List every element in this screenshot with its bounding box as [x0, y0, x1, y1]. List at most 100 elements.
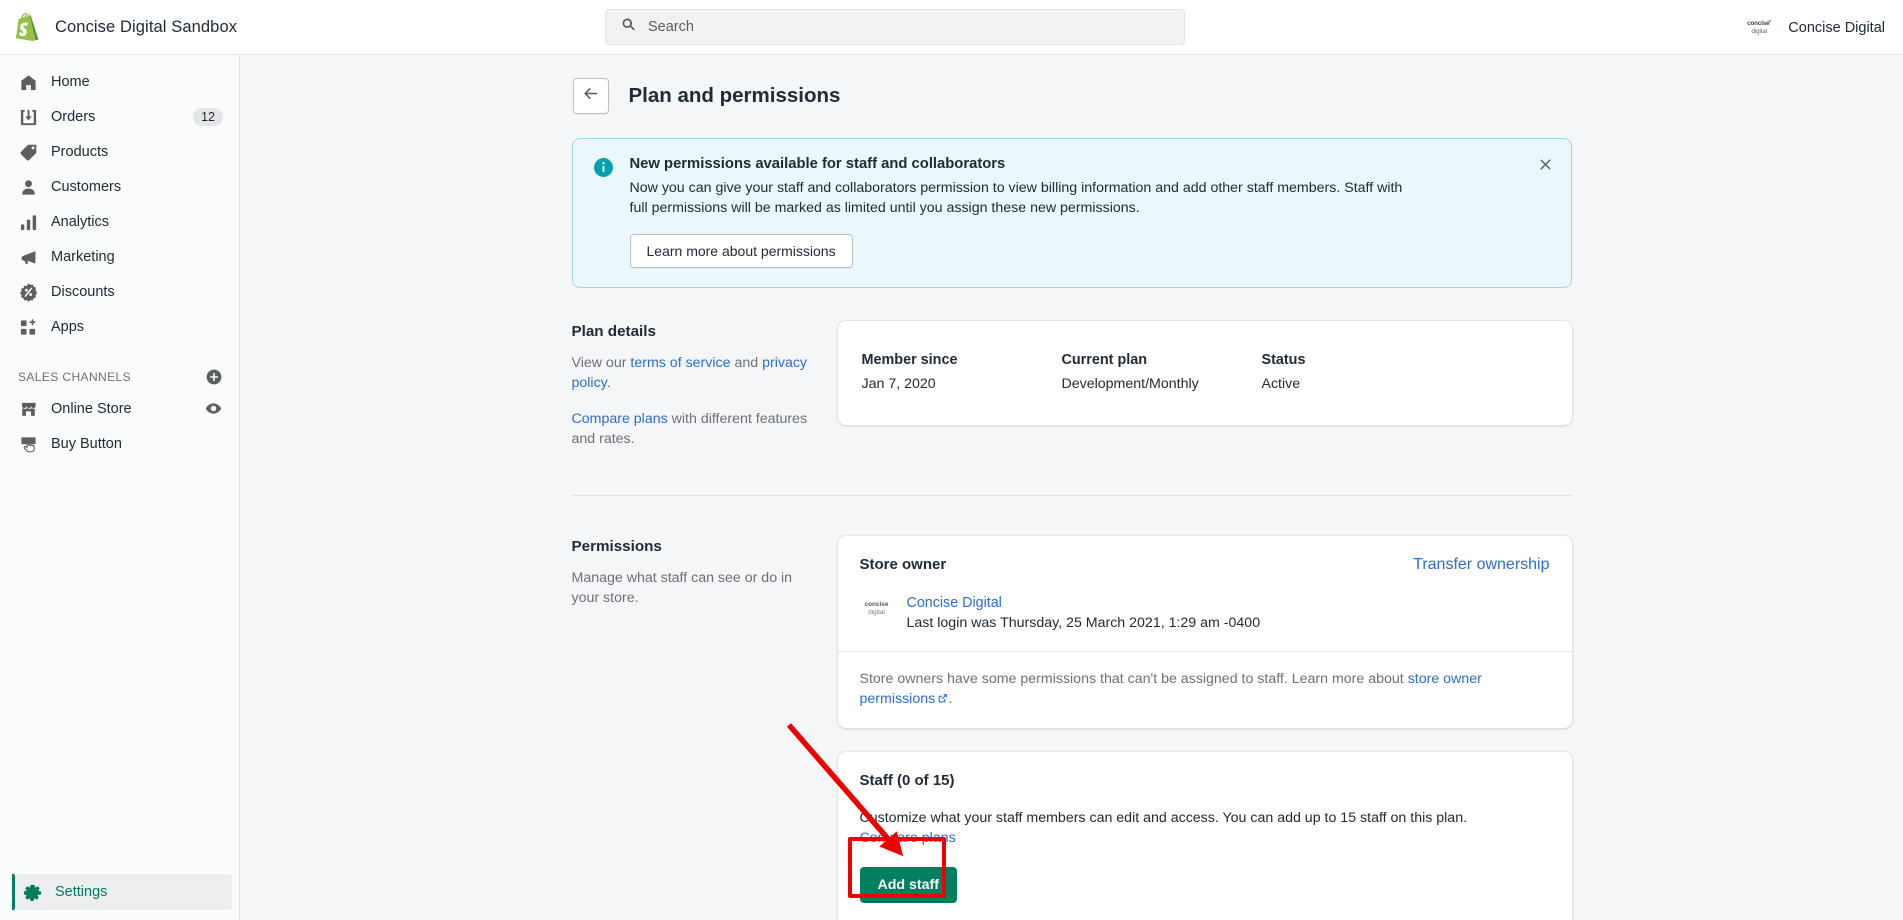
staff-compare-plans-link[interactable]: Compare plans: [860, 830, 956, 846]
sidebar-item-label: Discounts: [51, 284, 223, 300]
settings-section: Settings: [0, 874, 240, 910]
back-button[interactable]: [573, 78, 609, 114]
sidebar: Home Orders 12 Products Customers: [0, 55, 240, 920]
sidebar-item-marketing[interactable]: Marketing: [8, 240, 231, 274]
plan-column-status: Status Active: [1262, 352, 1462, 392]
plan-details-info: Plan details View our terms of service a…: [572, 321, 838, 449]
sidebar-item-apps[interactable]: Apps: [8, 310, 231, 344]
store-brand[interactable]: Concise Digital Sandbox: [0, 13, 240, 41]
eye-icon[interactable]: [205, 400, 223, 418]
close-icon[interactable]: [1535, 153, 1557, 175]
main-content: Plan and permissions New permissions ava…: [240, 55, 1903, 920]
search-input[interactable]: Search: [605, 9, 1185, 45]
sidebar-item-orders[interactable]: Orders 12: [8, 100, 231, 134]
account-menu[interactable]: concise digital Concise Digital: [1742, 0, 1885, 55]
column-value: Jan 7, 2020: [862, 376, 1062, 392]
store-owner-card: Store owner Transfer ownership concise d…: [838, 536, 1572, 728]
banner-title: New permissions available for staff and …: [630, 156, 1521, 172]
learn-more-permissions-button[interactable]: Learn more about permissions: [630, 234, 853, 268]
permissions-banner: New permissions available for staff and …: [572, 138, 1572, 288]
settings-label: Settings: [55, 884, 232, 900]
sidebar-item-online-store[interactable]: Online Store: [8, 392, 231, 426]
plan-details-heading: Plan details: [572, 323, 812, 340]
transfer-ownership-link[interactable]: Transfer ownership: [1413, 556, 1549, 574]
megaphone-icon: [18, 247, 38, 267]
avatar: concise digital: [860, 597, 894, 621]
and-text: and: [731, 355, 763, 371]
sales-channels-header: SALES CHANNELS: [18, 366, 223, 388]
sidebar-item-label: Orders: [51, 109, 180, 125]
store-owner-name-link[interactable]: Concise Digital: [907, 595, 1261, 611]
settings-active-accent: [12, 874, 15, 910]
section-divider: [572, 495, 1572, 496]
storefront-icon: [18, 399, 38, 419]
gear-icon: [22, 882, 42, 902]
sidebar-item-label: Buy Button: [51, 436, 223, 452]
sidebar-item-products[interactable]: Products: [8, 135, 231, 169]
plus-circle-icon[interactable]: [205, 368, 223, 386]
sidebar-item-label: Apps: [51, 319, 223, 335]
external-link-icon: [937, 690, 948, 701]
page-title: Plan and permissions: [629, 84, 841, 108]
sidebar-item-label: Home: [51, 74, 223, 90]
staff-description-prefix: Customize what your staff members can ed…: [860, 810, 1468, 826]
search-icon: [620, 16, 637, 38]
sidebar-item-label: Customers: [51, 179, 223, 195]
permissions-description: Manage what staff can see or do in your …: [572, 568, 812, 608]
sidebar-item-buy-button[interactable]: Buy Button: [8, 427, 231, 461]
search-placeholder: Search: [648, 19, 694, 35]
plan-details-card-wrap: Member since Jan 7, 2020 Current plan De…: [838, 321, 1572, 425]
plan-details-section: Plan details View our terms of service a…: [572, 321, 1572, 449]
compare-plans-text: Compare plans with different features an…: [572, 409, 812, 449]
staff-card-description: Customize what your staff members can ed…: [860, 808, 1480, 848]
sidebar-item-settings[interactable]: Settings: [12, 874, 232, 910]
arrow-left-icon: [582, 85, 599, 107]
footer-prefix-text: Store owners have some permissions that …: [860, 671, 1408, 687]
plan-column-current-plan: Current plan Development/Monthly: [1062, 352, 1262, 392]
compare-plans-link[interactable]: Compare plans: [572, 411, 668, 427]
primary-nav: Home Orders 12 Products Customers: [0, 55, 239, 344]
account-name-label: Concise Digital: [1788, 20, 1885, 36]
sales-channels-label: SALES CHANNELS: [18, 370, 131, 384]
sidebar-item-customers[interactable]: Customers: [8, 170, 231, 204]
staff-card: Staff (0 of 15) Customize what your staf…: [838, 752, 1572, 920]
home-icon: [18, 72, 38, 92]
apps-grid-plus-icon: [18, 317, 38, 337]
plan-legal-text: View our terms of service and privacy po…: [572, 353, 812, 393]
sidebar-item-label: Products: [51, 144, 223, 160]
plan-column-member-since: Member since Jan 7, 2020: [862, 352, 1062, 392]
view-our-prefix: View our: [572, 355, 631, 371]
orders-badge: 12: [193, 108, 223, 126]
tag-icon: [18, 142, 38, 162]
store-name-label: Concise Digital Sandbox: [55, 18, 237, 37]
orders-inbox-icon: [18, 107, 38, 127]
sidebar-item-label: Online Store: [51, 401, 192, 417]
bar-chart-icon: [18, 212, 38, 232]
permissions-cards: Store owner Transfer ownership concise d…: [838, 536, 1572, 920]
person-icon: [18, 177, 38, 197]
last-login-text: Last login was Thursday, 25 March 2021, …: [907, 615, 1261, 631]
staff-card-title: Staff (0 of 15): [860, 772, 1550, 789]
banner-body-text: Now you can give your staff and collabor…: [630, 178, 1420, 218]
sidebar-item-analytics[interactable]: Analytics: [8, 205, 231, 239]
sidebar-item-discounts[interactable]: Discounts: [8, 275, 231, 309]
column-label: Current plan: [1062, 352, 1262, 368]
permissions-section: Permissions Manage what staff can see or…: [572, 536, 1572, 920]
store-owner-card-footer: Store owners have some permissions that …: [838, 651, 1572, 728]
add-staff-slot: Add staff: [860, 848, 957, 903]
discount-badge-icon: [18, 282, 38, 302]
column-value: Active: [1262, 376, 1462, 392]
add-staff-button[interactable]: Add staff: [860, 867, 957, 903]
shopify-bag-icon: [14, 13, 42, 41]
column-label: Status: [1262, 352, 1462, 368]
account-logo-icon: concise digital: [1742, 20, 1776, 34]
permissions-info: Permissions Manage what staff can see or…: [572, 536, 838, 608]
info-circle-icon: [593, 157, 614, 178]
search-field-wrapper[interactable]: Search: [605, 9, 1185, 45]
period-text: .: [607, 375, 611, 391]
column-value: Development/Monthly: [1062, 376, 1262, 392]
terms-of-service-link[interactable]: terms of service: [630, 355, 730, 371]
footer-suffix-text: .: [948, 691, 952, 707]
store-owner-title: Store owner: [860, 556, 947, 573]
sidebar-item-home[interactable]: Home: [8, 65, 231, 99]
